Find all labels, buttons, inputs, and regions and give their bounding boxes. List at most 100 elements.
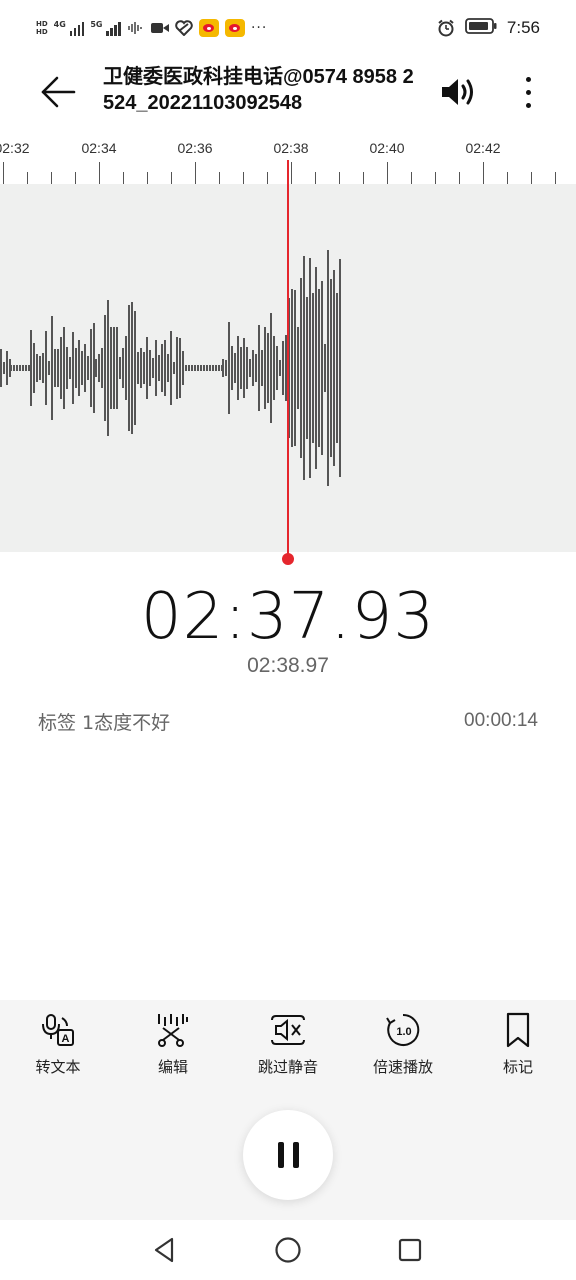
waveform-bar xyxy=(45,331,47,405)
more-dot-icon xyxy=(525,89,531,95)
skip-silence-button[interactable]: 跳过静音 xyxy=(233,1010,343,1077)
playhead-line[interactable] xyxy=(287,160,289,560)
timeline-tick xyxy=(27,172,28,184)
waveform-bar xyxy=(291,289,293,447)
waveform-bar xyxy=(69,356,71,380)
nav-back-button[interactable] xyxy=(145,1234,185,1266)
weibo-icon xyxy=(198,19,219,37)
timeline-tick xyxy=(507,172,508,184)
waveform-bar xyxy=(261,350,263,386)
waveform-bar xyxy=(98,353,100,383)
waveform-bar xyxy=(75,347,77,389)
pause-button[interactable] xyxy=(243,1110,333,1200)
waveform-bar xyxy=(225,360,227,376)
speaker-button[interactable] xyxy=(436,70,484,114)
waveform-bar xyxy=(267,332,269,404)
waveform-bar xyxy=(6,350,8,386)
waveform-bar xyxy=(252,350,254,386)
waveform-bar xyxy=(321,280,323,456)
nav-home-button[interactable] xyxy=(268,1234,308,1266)
waveform-bar xyxy=(152,357,154,379)
bookmark-button[interactable]: 标记 xyxy=(463,1010,573,1077)
waveform-bar xyxy=(218,365,220,371)
waveform-bar xyxy=(30,329,32,407)
timeline-tick xyxy=(147,172,148,184)
more-notifications-icon: ··· xyxy=(250,20,268,36)
clock-time: 7:56 xyxy=(506,18,540,37)
back-button[interactable] xyxy=(36,70,80,114)
waveform-bar xyxy=(60,336,62,400)
waveform-bar xyxy=(25,365,27,371)
weibo-icon xyxy=(224,19,245,37)
waveform-bar xyxy=(87,356,89,380)
waveform-bar xyxy=(48,360,50,376)
waveform-bar xyxy=(297,327,299,409)
waveform-bar xyxy=(212,365,214,371)
waveform-bar xyxy=(122,348,124,388)
waveform-bar xyxy=(84,344,86,392)
waveform-bar xyxy=(330,279,332,457)
waveform-bar xyxy=(101,347,103,388)
waveform-bar xyxy=(116,326,118,410)
waveform-bar xyxy=(215,365,217,371)
waveform-bar xyxy=(110,327,112,409)
timeline-label: 02:34 xyxy=(81,140,117,156)
waveform-bar xyxy=(140,348,142,388)
waveform-bar xyxy=(240,347,242,389)
waveform-bar xyxy=(39,355,41,380)
timeline-tick xyxy=(51,172,52,184)
signal-2: 5G xyxy=(90,20,121,36)
waveform-bar xyxy=(179,338,181,398)
speech-to-text-label: 转文本 xyxy=(35,1058,81,1076)
speech-to-text-button[interactable]: A 转文本 xyxy=(3,1010,113,1077)
waveform-bar xyxy=(237,335,239,401)
waveform-bar xyxy=(339,258,341,478)
waveform-bar xyxy=(66,347,68,389)
waveform-bar xyxy=(149,349,151,386)
waveform-bar xyxy=(113,327,115,409)
waveform-bar xyxy=(36,353,38,383)
waveform-bar xyxy=(182,351,184,385)
timeline-tick xyxy=(3,162,4,184)
waveform-bar xyxy=(255,354,257,382)
waveform-bar xyxy=(209,365,211,371)
hd-indicator: HD HD xyxy=(36,20,48,36)
status-left: HD HD 4G 5G ··· xyxy=(36,16,267,40)
timeline-tick xyxy=(267,172,268,184)
app-bar: 卫健委医政科挂电话@0574 8958 2524_20221103092548 xyxy=(0,56,576,128)
nav-recents-button[interactable] xyxy=(390,1234,430,1266)
square-recents-icon xyxy=(398,1238,422,1262)
heart-icon xyxy=(175,20,193,36)
pause-icon xyxy=(292,1142,299,1168)
waveform-bar xyxy=(282,340,284,396)
timeline-tick xyxy=(363,172,364,184)
playhead-handle[interactable] xyxy=(282,553,294,565)
status-bar: HD HD 4G 5G ··· 7:56 xyxy=(0,0,576,56)
waveform-bar xyxy=(81,350,83,386)
more-dot-icon xyxy=(525,76,531,82)
timeline-tick xyxy=(411,172,412,184)
speaker-icon xyxy=(442,79,473,105)
speech-to-text-icon: A xyxy=(38,1010,78,1050)
timeline-tick xyxy=(555,172,556,184)
timeline-tick xyxy=(435,172,436,184)
timeline-tick xyxy=(387,162,388,184)
playback-speed-button[interactable]: 1.0 倍速播放 xyxy=(348,1010,458,1077)
waveform-bar xyxy=(228,322,230,414)
waveform-bar xyxy=(54,349,56,387)
waveform-bar xyxy=(197,365,199,371)
waveform-bar xyxy=(191,365,193,371)
timeline-tick xyxy=(75,172,76,184)
tag-label: 标签 1态度不好 xyxy=(38,711,171,734)
waveform-bar xyxy=(10,365,12,371)
video-camera-icon xyxy=(150,20,169,36)
voice-wave-icon xyxy=(127,20,145,36)
edit-button[interactable]: 编辑 xyxy=(118,1010,228,1077)
tool-bar: A 转文本 编辑 跳过静音 1.0 倍速播放 标记 xyxy=(0,1010,576,1090)
timeline-label: 02:36 xyxy=(177,140,213,156)
svg-text:1.0: 1.0 xyxy=(396,1026,411,1038)
waveform-bar xyxy=(146,337,148,399)
more-options-button[interactable] xyxy=(508,70,548,114)
tag-item[interactable]: 标签 1态度不好 00:00:14 xyxy=(38,705,538,737)
bookmark-icon xyxy=(498,1010,538,1050)
